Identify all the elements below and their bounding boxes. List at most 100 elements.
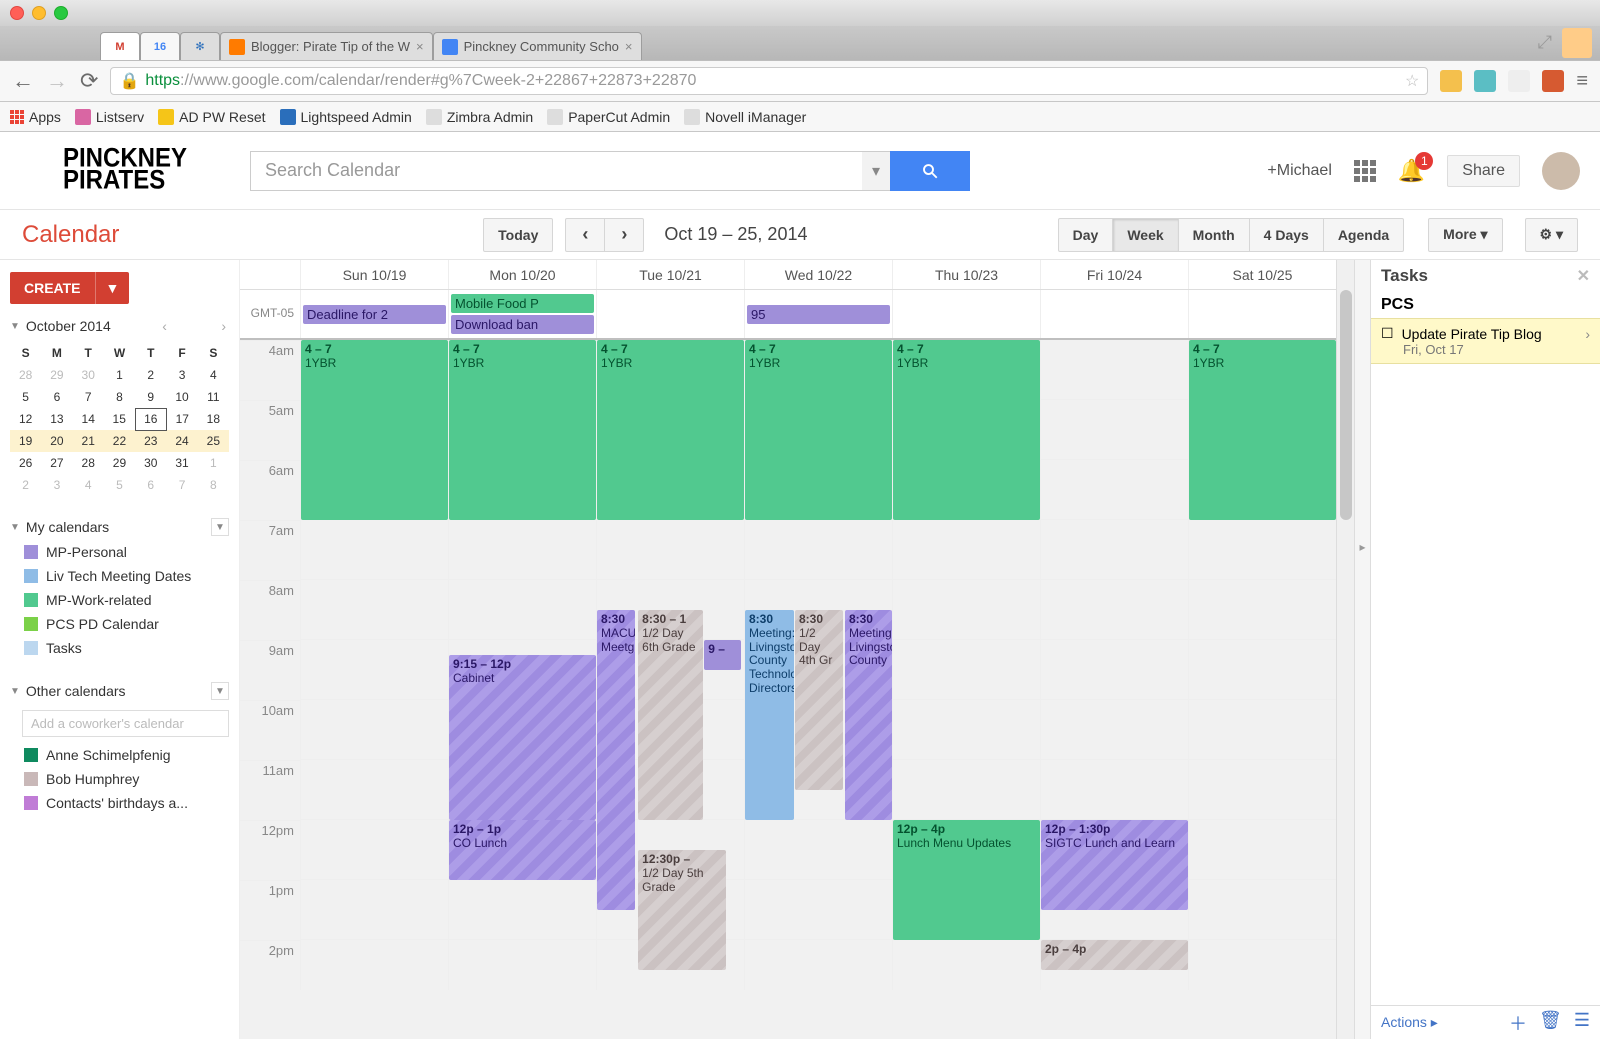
allday-event[interactable]: Download ban	[451, 315, 594, 334]
share-button[interactable]: Share	[1447, 155, 1520, 187]
day-header[interactable]: Fri 10/24	[1040, 260, 1188, 289]
bookmark-item[interactable]: AD PW Reset	[158, 109, 265, 125]
other-calendars-menu-icon[interactable]: ▼	[211, 682, 229, 700]
allday-cell[interactable]	[596, 290, 744, 338]
tasks-collapse-handle[interactable]: ▸	[1354, 260, 1370, 1039]
minical-day[interactable]: 26	[10, 452, 41, 474]
notifications-icon[interactable]: 🔔1	[1398, 158, 1425, 184]
apps-icon[interactable]	[1354, 160, 1376, 182]
mac-close[interactable]	[10, 6, 24, 20]
minical-day[interactable]: 4	[198, 364, 229, 386]
calendar-event[interactable]: 4 – 71YBR	[893, 340, 1040, 520]
more-button[interactable]: More ▾	[1428, 218, 1502, 252]
bookmark-item[interactable]: PaperCut Admin	[547, 109, 670, 125]
vertical-scrollbar[interactable]	[1336, 260, 1354, 1039]
pinned-tab-calendar[interactable]: 16	[140, 32, 180, 60]
task-checkbox[interactable]: ☐	[1381, 325, 1394, 342]
bookmark-item[interactable]: Zimbra Admin	[426, 109, 533, 125]
minical-day[interactable]: 6	[135, 474, 166, 496]
minical-day[interactable]: 22	[104, 430, 135, 452]
day-column[interactable]: 4 – 71YBR 12p – 4pLunch Menu Updates	[892, 340, 1040, 990]
tasks-delete-icon[interactable]: 🗑	[1539, 1010, 1562, 1036]
minical-day[interactable]: 30	[73, 364, 104, 386]
day-column[interactable]: 4 – 71YBR	[300, 340, 448, 990]
calendar-item[interactable]: Contacts' birthdays a...	[10, 791, 229, 815]
allday-cell[interactable]: Deadline for 2	[300, 290, 448, 338]
day-header[interactable]: Thu 10/23	[892, 260, 1040, 289]
minical-day[interactable]: 2	[135, 364, 166, 386]
task-list-name[interactable]: PCS	[1371, 292, 1600, 318]
scrollbar-thumb[interactable]	[1340, 290, 1352, 520]
minical-day[interactable]: 5	[104, 474, 135, 496]
mac-min[interactable]	[32, 6, 46, 20]
allday-cell[interactable]	[1188, 290, 1336, 338]
calendar-event[interactable]: 8:30MACUL Meetg	[597, 610, 635, 910]
create-dropdown[interactable]: ▼	[95, 272, 130, 304]
day-header[interactable]: Wed 10/22	[744, 260, 892, 289]
view-day[interactable]: Day	[1058, 218, 1114, 252]
minical-day[interactable]: 1	[104, 364, 135, 386]
minical-day[interactable]: 24	[166, 430, 197, 452]
calendar-event[interactable]: 2p – 4p	[1041, 940, 1188, 970]
calendar-event[interactable]: 9:15 – 12pCabinet	[449, 655, 596, 820]
account-avatar[interactable]	[1542, 152, 1580, 190]
task-chevron-icon[interactable]: ›	[1585, 326, 1590, 342]
extension-icon-3[interactable]	[1508, 70, 1530, 92]
minical-prev[interactable]: ‹	[159, 318, 170, 334]
user-label[interactable]: +Michael	[1267, 162, 1331, 180]
calendar-event[interactable]: 12p – 4pLunch Menu Updates	[893, 820, 1040, 940]
bookmark-item[interactable]: Apps	[10, 109, 61, 125]
view-month[interactable]: Month	[1178, 218, 1250, 252]
minical-day[interactable]: 15	[104, 408, 135, 430]
view-week[interactable]: Week	[1112, 218, 1178, 252]
fullscreen-icon[interactable]: ⤢	[1538, 32, 1552, 53]
create-button[interactable]: CREATE	[10, 272, 95, 304]
minical-day[interactable]: 31	[166, 452, 197, 474]
day-header[interactable]: Tue 10/21	[596, 260, 744, 289]
allday-event[interactable]: 95	[747, 305, 890, 324]
minical-day[interactable]: 3	[166, 364, 197, 386]
minical-day[interactable]: 9	[135, 386, 166, 408]
tasks-actions-button[interactable]: Actions ▸	[1381, 1014, 1438, 1031]
browser-tab-1[interactable]: Blogger: Pirate Tip of the W ×	[220, 32, 433, 60]
minical-day[interactable]: 23	[135, 430, 166, 452]
tab-close-icon[interactable]: ×	[625, 39, 633, 54]
calendar-event[interactable]: 8:301/2 Day 4th Gr	[795, 610, 844, 790]
minical-day[interactable]: 16	[135, 408, 166, 430]
minical-day[interactable]: 12	[10, 408, 41, 430]
logo[interactable]: PINCKNEYPIRATES	[0, 132, 250, 210]
calendar-event[interactable]: 12p – 1:30pSIGTC Lunch and Learn	[1041, 820, 1188, 910]
calendar-item[interactable]: MP-Personal	[10, 540, 229, 564]
extension-icon-1[interactable]	[1440, 70, 1462, 92]
allday-event[interactable]: Mobile Food P	[451, 294, 594, 313]
day-column[interactable]: 4 – 71YBR8:30MACUL Meetg8:30 – 11/2 Day …	[596, 340, 744, 990]
other-calendars-header[interactable]: ▼Other calendars ▼	[10, 678, 229, 704]
minical-day[interactable]: 30	[135, 452, 166, 474]
calendar-event[interactable]: 4 – 71YBR	[1189, 340, 1336, 520]
allday-cell[interactable]: Mobile Food P Download ban	[448, 290, 596, 338]
next-week-button[interactable]: ›	[604, 218, 644, 252]
minical-day[interactable]: 19	[10, 430, 41, 452]
my-calendars-menu-icon[interactable]: ▼	[211, 518, 229, 536]
pinned-tab-gmail[interactable]: M	[100, 32, 140, 60]
chrome-menu-icon[interactable]: ≡	[1576, 70, 1588, 93]
calendar-item[interactable]: PCS PD Calendar	[10, 612, 229, 636]
search-input[interactable]: Search Calendar	[250, 151, 862, 191]
calendar-item[interactable]: Anne Schimelpfenig	[10, 743, 229, 767]
search-dropdown[interactable]: ▾	[862, 151, 890, 191]
task-item[interactable]: ☐ Update Pirate Tip Blog › Fri, Oct 17	[1371, 318, 1600, 364]
calendar-event[interactable]: 8:30Meeting: Livingston County Technolog…	[745, 610, 794, 820]
allday-event[interactable]: Deadline for 2	[303, 305, 446, 324]
minical-day[interactable]: 4	[73, 474, 104, 496]
calendar-event[interactable]: 8:30Meeting: Livingston County	[845, 610, 892, 820]
extension-icon-4[interactable]	[1542, 70, 1564, 92]
minical-day[interactable]: 2	[10, 474, 41, 496]
my-calendars-header[interactable]: ▼My calendars ▼	[10, 514, 229, 540]
minicalendar[interactable]: SMTWTFS282930123456789101112131415161718…	[10, 342, 229, 496]
day-column[interactable]: 4 – 71YBR8:30Meeting: Livingston County …	[744, 340, 892, 990]
minical-day[interactable]: 7	[73, 386, 104, 408]
calendar-event[interactable]: 4 – 71YBR	[449, 340, 596, 520]
minical-day[interactable]: 20	[41, 430, 72, 452]
tab-close-icon[interactable]: ×	[416, 39, 424, 54]
calendar-event[interactable]: 4 – 71YBR	[597, 340, 744, 520]
